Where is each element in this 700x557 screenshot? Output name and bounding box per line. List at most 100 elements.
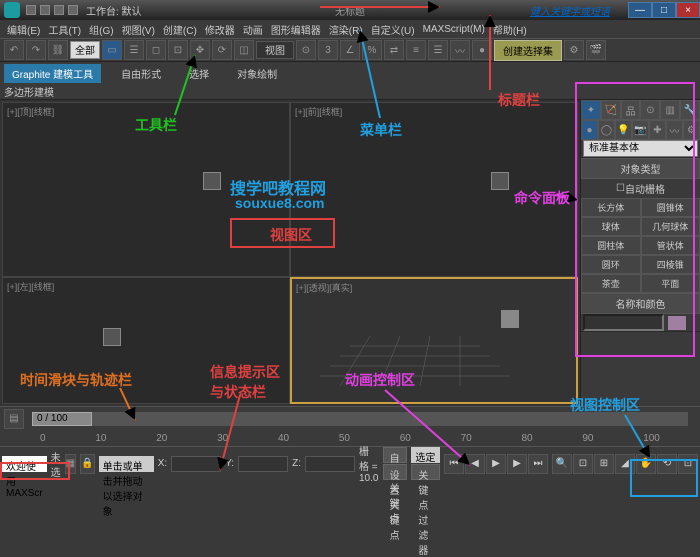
set-key-mode-icon[interactable]: ▤ — [4, 409, 24, 429]
zoom-extents-icon[interactable]: ⊞ — [594, 454, 614, 474]
next-frame-icon[interactable]: ▶ — [507, 454, 527, 474]
maximize-button[interactable]: □ — [652, 2, 676, 18]
setkey-button[interactable]: 设置关键点 — [383, 464, 408, 480]
qat-btn[interactable] — [26, 5, 36, 15]
menu-item[interactable]: MAXScript(M) — [420, 24, 488, 35]
viewport-perspective[interactable]: [+][透视][真实] — [290, 277, 578, 404]
menu-item[interactable]: 编辑(E) — [4, 22, 43, 37]
menu-item[interactable]: 动画 — [240, 22, 266, 37]
menu-item[interactable]: 渲染(R) — [326, 22, 366, 37]
menu-item[interactable]: 组(G) — [86, 22, 116, 37]
lights-icon[interactable]: 💡 — [615, 120, 632, 140]
time-handle[interactable]: 0 / 100 — [32, 412, 92, 426]
render-setup-icon[interactable]: ⚙ — [564, 40, 584, 60]
space-warps-icon[interactable]: 〰 — [666, 120, 683, 140]
object-name-input[interactable] — [583, 314, 664, 331]
primitive-button[interactable]: 管状体 — [641, 236, 700, 255]
keyfilter-button[interactable]: 关键点过滤器 — [411, 464, 440, 480]
qat-btn[interactable] — [68, 5, 78, 15]
menu-item[interactable]: 帮助(H) — [490, 22, 530, 37]
percent-snap-icon[interactable]: % — [362, 40, 382, 60]
utilities-tab-icon[interactable]: 🔧 — [680, 100, 700, 120]
ref-coord-select[interactable]: 视图 — [256, 41, 294, 59]
qat-btn[interactable] — [40, 5, 50, 15]
menu-item[interactable]: 创建(C) — [160, 22, 200, 37]
primitive-button[interactable]: 球体 — [581, 217, 641, 236]
select-icon[interactable]: ▭ — [102, 40, 122, 60]
fov-icon[interactable]: ◢ — [615, 454, 635, 474]
render-icon[interactable]: 🎬 — [586, 40, 606, 60]
motion-tab-icon[interactable]: ⊙ — [640, 100, 660, 120]
menu-item[interactable]: 修改器 — [202, 22, 238, 37]
hierarchy-tab-icon[interactable]: 品 — [621, 100, 641, 120]
shapes-icon[interactable]: ◯ — [598, 120, 615, 140]
align-icon[interactable]: ≡ — [406, 40, 426, 60]
select-name-icon[interactable]: ☰ — [124, 40, 144, 60]
time-ruler[interactable]: 01020 304050 607080 90100 — [0, 430, 700, 446]
prev-frame-icon[interactable]: ◀ — [465, 454, 485, 474]
helpers-icon[interactable]: ✚ — [649, 120, 666, 140]
move-icon[interactable]: ✥ — [190, 40, 210, 60]
curve-editor-icon[interactable]: 〰 — [450, 40, 470, 60]
menu-item[interactable]: 自定义(U) — [368, 22, 418, 37]
color-swatch[interactable] — [668, 316, 686, 330]
rollout-header[interactable]: 名称和颜色 — [581, 293, 700, 314]
maximize-vp-icon[interactable]: ⊡ — [678, 454, 698, 474]
snap-icon[interactable]: 3 — [318, 40, 338, 60]
undo-icon[interactable]: ↶ — [4, 40, 24, 60]
autokey-button[interactable]: 自动关键点 — [383, 447, 408, 463]
menu-item[interactable]: 工具(T) — [45, 22, 84, 37]
search-hint[interactable]: 健入关键字或短语 — [530, 3, 610, 18]
material-icon[interactable]: ● — [472, 40, 492, 60]
viewport-label[interactable]: [+][透视][真实] — [296, 281, 352, 294]
link-icon[interactable]: ⛓ — [48, 40, 68, 60]
category-select[interactable]: 标准基本体 — [583, 140, 698, 157]
maxscript-listener[interactable]: 欢迎使用 MAXScr — [2, 456, 47, 472]
geometry-icon[interactable]: ● — [581, 120, 598, 140]
window-icon[interactable]: ⊡ — [168, 40, 188, 60]
primitive-button[interactable]: 长方体 — [581, 198, 641, 217]
ribbon-tab[interactable]: 选择 — [181, 64, 217, 83]
workspace-label[interactable]: 工作台: 默认 — [86, 3, 142, 18]
primitive-button[interactable]: 几何球体 — [641, 217, 700, 236]
mirror-icon[interactable]: ⇄ — [384, 40, 404, 60]
goto-end-icon[interactable]: ⏭ — [528, 454, 548, 474]
named-selset[interactable]: 创建选择集 — [494, 40, 562, 61]
primitive-button[interactable]: 圆锥体 — [641, 198, 700, 217]
y-coord-input[interactable] — [238, 456, 288, 472]
viewport-left[interactable]: [+][左][线框] — [2, 277, 290, 404]
zoom-all-icon[interactable]: ⊡ — [573, 454, 593, 474]
close-button[interactable]: × — [676, 2, 700, 18]
pivot-icon[interactable]: ⊙ — [296, 40, 316, 60]
display-tab-icon[interactable]: ▥ — [660, 100, 680, 120]
rotate-icon[interactable]: ⟳ — [212, 40, 232, 60]
primitive-button[interactable]: 圆柱体 — [581, 236, 641, 255]
rollout-header[interactable]: 对象类型 — [581, 158, 700, 179]
filter-select[interactable]: 全部 — [70, 41, 100, 59]
layer-icon[interactable]: ☰ — [428, 40, 448, 60]
qat-btn[interactable] — [54, 5, 64, 15]
object-cube[interactable] — [203, 172, 221, 190]
autogrid-checkbox[interactable]: ☐ 自动栅格 — [581, 179, 700, 198]
redo-icon[interactable]: ↷ — [26, 40, 46, 60]
menu-item[interactable]: 视图(V) — [119, 22, 158, 37]
x-coord-input[interactable] — [171, 456, 221, 472]
cameras-icon[interactable]: 📷 — [632, 120, 649, 140]
create-tab-icon[interactable]: ✦ — [581, 100, 601, 120]
ribbon-tab[interactable]: 自由形式 — [113, 64, 169, 83]
time-slider[interactable]: 0 / 100 — [32, 412, 688, 426]
lock-icon[interactable]: 🔒 — [80, 454, 94, 474]
ribbon-tab[interactable]: 对象绘制 — [229, 64, 285, 83]
primitive-button[interactable]: 茶壶 — [581, 274, 641, 293]
zoom-icon[interactable]: 🔍 — [552, 454, 572, 474]
modify-tab-icon[interactable]: 🏹 — [601, 100, 621, 120]
viewport-top[interactable]: [+][顶][线框] — [2, 102, 290, 277]
pan-icon[interactable]: ✋ — [636, 454, 656, 474]
ribbon-tab[interactable]: Graphite 建模工具 — [4, 64, 101, 83]
object-cube[interactable] — [103, 328, 121, 346]
select-rect-icon[interactable]: ◻ — [146, 40, 166, 60]
systems-icon[interactable]: ⚙ — [683, 120, 700, 140]
angle-snap-icon[interactable]: ∠ — [340, 40, 360, 60]
object-cube[interactable] — [501, 310, 519, 328]
z-coord-input[interactable] — [305, 456, 355, 472]
